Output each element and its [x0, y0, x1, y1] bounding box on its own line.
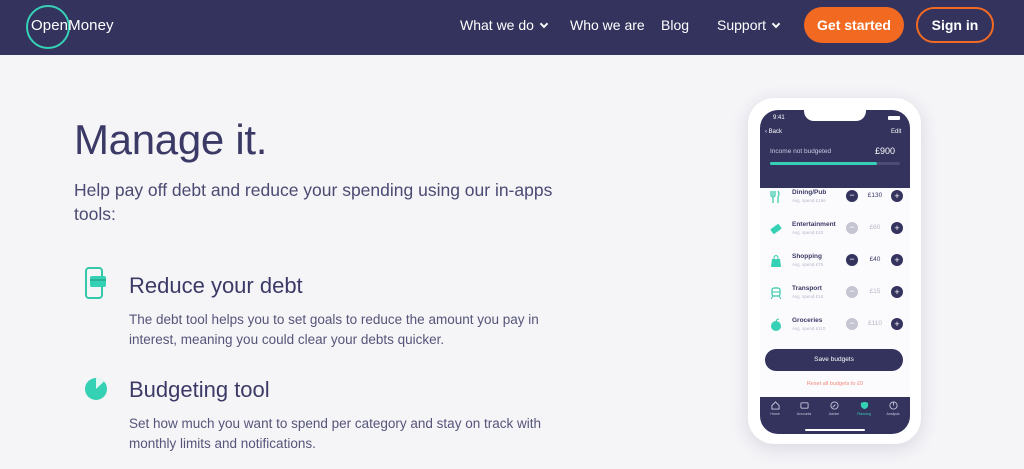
shopping-bag-icon: [769, 254, 783, 273]
chevron-down-icon: [539, 19, 549, 29]
decrease-button[interactable]: −: [846, 318, 858, 330]
increase-button[interactable]: +: [891, 190, 903, 202]
category-avg: Avg. spend £40: [792, 230, 824, 235]
tab-label: Analysis: [886, 412, 900, 416]
home-icon: [770, 401, 780, 410]
category-avg: Avg. spend £166: [792, 198, 826, 203]
nav-link-label: Who we are: [570, 17, 645, 33]
train-icon: [769, 286, 783, 305]
edit-button[interactable]: Edit: [891, 129, 901, 135]
income-progress-bar: [770, 162, 900, 165]
category-avg: Avg. spend £15: [792, 294, 824, 299]
increase-button[interactable]: +: [891, 254, 903, 266]
pie-chart-icon: [83, 376, 109, 407]
card-icon: [799, 402, 809, 409]
nav-link-label: Support: [717, 17, 767, 33]
budget-row: Entertainment Avg. spend £40 − £60 +: [760, 214, 910, 246]
status-time: 9:41: [773, 115, 785, 121]
income-progress-fill: [770, 162, 877, 165]
page-title: Manage it.: [74, 116, 268, 163]
decrease-button[interactable]: −: [846, 190, 858, 202]
phone-notch: [804, 110, 866, 121]
nav-link-what-we-do[interactable]: What we do: [460, 17, 549, 33]
category-avg: Avg. spend £110: [792, 326, 826, 331]
income-label: Income not budgeted: [770, 148, 832, 155]
tab-home[interactable]: Home: [763, 401, 787, 416]
category-value: £130: [867, 192, 883, 199]
tab-label: Advice: [828, 412, 840, 416]
screen-header: 9:41 ‹ Back Edit Income not budgeted £90…: [760, 110, 910, 188]
category-name: Shopping: [792, 253, 822, 260]
budget-row: Dining/Pub Avg. spend £166 − £130 +: [760, 182, 910, 214]
apple-icon: [769, 318, 783, 337]
tab-label: Home: [770, 412, 780, 416]
tab-label: Planning: [857, 412, 871, 416]
decrease-button[interactable]: −: [846, 254, 858, 266]
category-value: £15: [869, 288, 881, 295]
budget-row: Groceries Avg. spend £110 − £110 +: [760, 310, 910, 342]
nav-link-label: Blog: [661, 17, 690, 33]
back-button[interactable]: ‹ Back: [765, 129, 782, 135]
back-label: Back: [768, 129, 783, 135]
feature-title-debt: Reduce your debt: [129, 273, 303, 298]
sign-in-button[interactable]: Sign in: [916, 7, 994, 43]
shield-icon: [860, 401, 868, 410]
tab-planning[interactable]: Planning: [852, 401, 876, 416]
home-indicator: [805, 429, 865, 431]
category-value: £110: [868, 320, 882, 327]
budget-row: Transport Avg. spend £15 − £15 +: [760, 278, 910, 310]
category-name: Entertainment: [792, 221, 836, 228]
category-value: £60: [869, 224, 881, 231]
category-name: Transport: [792, 285, 822, 292]
increase-button[interactable]: +: [891, 286, 903, 298]
tab-advice[interactable]: Advice: [822, 401, 846, 416]
tab-label: Accounts: [796, 412, 812, 416]
nav-link-blog[interactable]: Blog: [661, 17, 689, 33]
chevron-down-icon: [771, 19, 781, 29]
feature-desc-debt: The debt tool helps you to set goals to …: [129, 312, 539, 347]
feature-desc-budget: Set how much you want to spend per categ…: [129, 416, 541, 451]
category-value: £40: [869, 256, 881, 263]
budget-row: Shopping Avg. spend £75 − £40 +: [760, 246, 910, 278]
income-amount: £900: [875, 146, 896, 156]
decrease-button[interactable]: −: [846, 286, 858, 298]
reset-budgets-link[interactable]: Reset all budgets to £0: [760, 381, 910, 387]
analysis-pie-icon: [888, 401, 898, 410]
logo-text[interactable]: OpenMoney: [31, 17, 114, 34]
tab-accounts[interactable]: Accounts: [792, 401, 816, 416]
top-navbar: OpenMoney What we do Who we are Blog Sup…: [0, 0, 1024, 55]
phone-screen: 9:41 ‹ Back Edit Income not budgeted £90…: [760, 110, 910, 434]
feature-title-budget: Budgeting tool: [129, 377, 270, 402]
increase-button[interactable]: +: [891, 222, 903, 234]
get-started-button[interactable]: Get started: [804, 7, 904, 43]
battery-icon: [888, 116, 900, 120]
phone-card-icon: [83, 266, 109, 307]
tab-analysis[interactable]: Analysis: [881, 401, 905, 416]
compass-icon: [829, 401, 839, 410]
fork-knife-icon: [769, 190, 781, 209]
nav-link-who-we-are[interactable]: Who we are: [570, 17, 645, 33]
category-name: Dining/Pub: [792, 189, 827, 196]
ticket-icon: [769, 222, 783, 241]
category-avg: Avg. spend £75: [792, 262, 824, 267]
hero-subtitle: Help pay off debt and reduce your spendi…: [74, 180, 553, 224]
save-budgets-button[interactable]: Save budgets: [765, 349, 903, 371]
nav-link-label: What we do: [460, 17, 534, 33]
nav-link-support[interactable]: Support: [717, 17, 781, 33]
decrease-button[interactable]: −: [846, 222, 858, 234]
phone-tab-bar: Home Accounts Advice Planning Analysis: [760, 397, 910, 434]
increase-button[interactable]: +: [891, 318, 903, 330]
category-name: Groceries: [792, 317, 823, 324]
